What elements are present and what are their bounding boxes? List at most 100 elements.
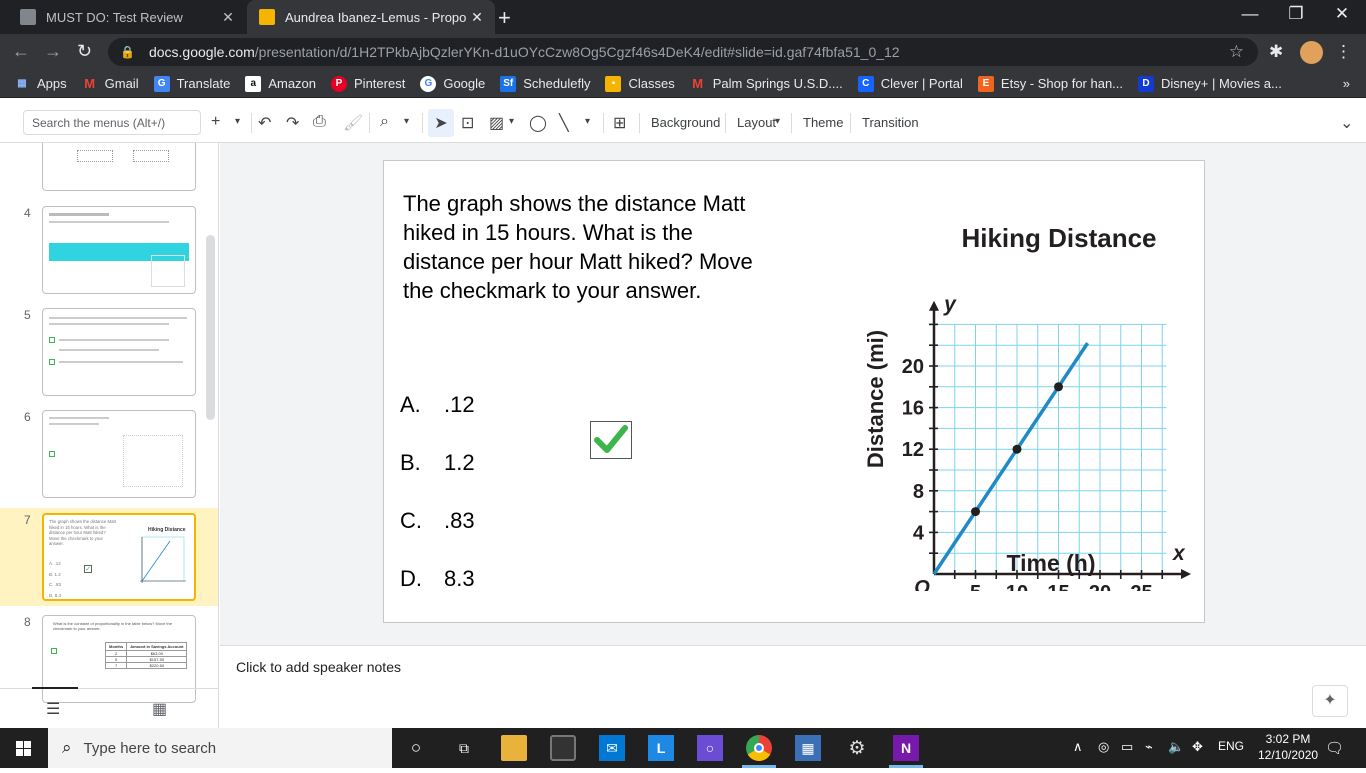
cortana-icon[interactable]: ○ bbox=[403, 735, 429, 761]
bookmark-amazon[interactable]: a Amazon bbox=[245, 75, 316, 92]
theme-button[interactable]: Theme bbox=[803, 115, 843, 130]
paint-format-icon[interactable]: 🖌 bbox=[343, 113, 363, 133]
slide-thumbnail-4[interactable]: 4 bbox=[0, 206, 205, 298]
avatar[interactable] bbox=[1300, 41, 1323, 64]
thumbnail bbox=[42, 308, 196, 396]
lexia-icon[interactable]: L bbox=[648, 735, 674, 761]
slide-thumbnail-7[interactable]: 7 The graph shows the distance Matt hike… bbox=[0, 508, 218, 606]
y-tick-label: 16 bbox=[902, 398, 924, 420]
new-tab-icon[interactable]: + bbox=[498, 5, 511, 31]
bookmark-star-icon[interactable]: ☆ bbox=[1229, 42, 1244, 62]
more-menu-icon[interactable]: ⋮ bbox=[1335, 42, 1352, 62]
transition-button[interactable]: Transition bbox=[862, 115, 919, 130]
chevron-down-icon[interactable]: ▾ bbox=[404, 116, 409, 127]
notes-resize-handle[interactable] bbox=[220, 638, 1366, 646]
shape-icon[interactable]: ◯ bbox=[529, 113, 547, 133]
filmstrip-scrollbar[interactable] bbox=[206, 235, 215, 420]
chevron-down-icon[interactable]: ▾ bbox=[509, 116, 514, 127]
reload-icon[interactable]: ↻ bbox=[77, 41, 92, 62]
battery-icon[interactable]: ▭ bbox=[1121, 739, 1133, 755]
system-clock[interactable]: 3:02 PM 12/10/2020 bbox=[1258, 731, 1318, 763]
app-icon[interactable]: ○ bbox=[697, 735, 723, 761]
chrome-icon[interactable] bbox=[746, 735, 772, 761]
bookmark-pinterest[interactable]: P Pinterest bbox=[331, 75, 405, 92]
chevron-down-icon[interactable]: ▾ bbox=[585, 116, 590, 127]
windows-start-icon[interactable] bbox=[0, 728, 48, 768]
bookmark-palm-springs[interactable]: M Palm Springs U.S.D.... bbox=[690, 76, 842, 92]
notifications-icon[interactable]: 🗨 bbox=[1325, 739, 1344, 757]
chevron-down-icon[interactable]: ▾ bbox=[775, 116, 780, 127]
bookmark-schedulefly[interactable]: Sf Schedulefly bbox=[500, 75, 590, 92]
translate-icon: G bbox=[153, 75, 170, 92]
mail-icon[interactable]: ✉ bbox=[599, 735, 625, 761]
window-close-icon[interactable]: ✕ bbox=[1320, 4, 1364, 24]
forward-icon[interactable]: → bbox=[44, 41, 62, 62]
bookmark-google[interactable]: G Google bbox=[420, 75, 485, 92]
bookmark-etsy[interactable]: E Etsy - Shop for han... bbox=[977, 75, 1123, 92]
y-tick-label: 12 bbox=[902, 439, 924, 461]
volume-icon[interactable]: 🔈 bbox=[1168, 739, 1184, 755]
extensions-icon[interactable]: ✱ bbox=[1269, 42, 1283, 62]
slide-7[interactable]: The graph shows the distance Matt hiked … bbox=[383, 160, 1205, 623]
slide-thumbnail-3-partial[interactable] bbox=[0, 143, 205, 195]
store-icon[interactable] bbox=[550, 735, 576, 761]
collapse-toolbar-icon[interactable]: ⌄ bbox=[1340, 113, 1353, 133]
tab-slides[interactable]: Aundrea Ibanez-Lemus - Proport ✕ bbox=[247, 0, 495, 34]
bookmark-disney[interactable]: D Disney+ | Movies a... bbox=[1138, 75, 1282, 92]
draggable-checkmark[interactable] bbox=[590, 421, 632, 459]
comment-icon[interactable]: ⊞ bbox=[613, 113, 626, 133]
language-indicator[interactable]: ENG bbox=[1218, 739, 1244, 753]
bookmark-translate[interactable]: G Translate bbox=[153, 75, 230, 92]
image-icon[interactable]: ▨ bbox=[489, 113, 504, 133]
bookmark-classes[interactable]: ▪ Classes bbox=[605, 75, 675, 92]
chevron-right-icon[interactable]: » bbox=[1343, 76, 1350, 91]
network-icon[interactable]: ⌁ bbox=[1145, 739, 1153, 755]
tab-test-review[interactable]: MUST DO: Test Review ✕ bbox=[8, 0, 246, 34]
calculator-icon[interactable]: ▦ bbox=[795, 735, 821, 761]
minimize-icon[interactable]: — bbox=[1228, 4, 1272, 24]
bookmark-gmail[interactable]: M Gmail bbox=[82, 76, 138, 92]
bookmark-apps[interactable]: ▦ Apps bbox=[14, 76, 66, 92]
answer-b[interactable]: B. 1.2 bbox=[400, 450, 475, 476]
line-icon[interactable]: ╲ bbox=[559, 113, 569, 133]
onenote-icon[interactable]: N bbox=[893, 735, 919, 761]
clever-icon: C bbox=[857, 75, 874, 92]
question-text[interactable]: The graph shows the distance Matt hiked … bbox=[403, 189, 773, 305]
text-box-icon[interactable]: ⊡ bbox=[461, 113, 474, 133]
chart-tick-labels: 5 10 15 20 25 4 8 12 16 20 Ox y bbox=[902, 293, 1186, 591]
taskbar-search-input[interactable]: ⌕ Type here to search bbox=[48, 728, 392, 768]
answer-a[interactable]: A. .12 bbox=[400, 392, 475, 418]
redo-icon[interactable]: ↷ bbox=[286, 113, 299, 133]
background-button[interactable]: Background bbox=[651, 115, 720, 130]
grid-view-icon[interactable]: ▦ bbox=[152, 699, 167, 719]
add-icon[interactable]: + bbox=[211, 113, 220, 131]
speaker-notes[interactable]: Click to add speaker notes bbox=[220, 646, 1366, 728]
search-menus-input[interactable]: Search the menus (Alt+/) bbox=[23, 110, 201, 135]
print-icon[interactable]: ⎙ bbox=[313, 113, 326, 131]
url-bar[interactable]: 🔒 docs.google.com/presentation/d/1H2TPkb… bbox=[108, 38, 1258, 66]
filmstrip-view-icon[interactable]: ☰ bbox=[46, 699, 60, 719]
chevron-down-icon[interactable]: ▾ bbox=[235, 116, 240, 127]
bookmark-clever[interactable]: C Clever | Portal bbox=[857, 75, 963, 92]
close-icon[interactable]: ✕ bbox=[467, 9, 487, 26]
answer-c[interactable]: C. .83 bbox=[400, 508, 475, 534]
close-icon[interactable]: ✕ bbox=[218, 9, 238, 26]
maximize-icon[interactable]: ❐ bbox=[1274, 4, 1318, 24]
chevron-up-icon[interactable]: ∧ bbox=[1073, 739, 1083, 755]
undo-icon[interactable]: ↶ bbox=[258, 113, 271, 133]
thumb-table bbox=[77, 150, 113, 162]
layout-button[interactable]: Layout bbox=[737, 115, 776, 130]
zoom-icon[interactable]: ⌕ bbox=[380, 113, 389, 131]
slide-thumbnail-6[interactable]: 6 bbox=[0, 410, 205, 502]
dropbox-icon[interactable]: ✥ bbox=[1192, 739, 1203, 755]
back-icon[interactable]: ← bbox=[12, 41, 30, 62]
settings-gear-icon[interactable]: ⚙ bbox=[844, 735, 870, 761]
answer-d[interactable]: D. 8.3 bbox=[400, 566, 475, 592]
slide-thumbnail-5[interactable]: 5 bbox=[0, 308, 205, 400]
explore-icon[interactable]: ✦ bbox=[1312, 685, 1348, 717]
camera-icon[interactable]: ◎ bbox=[1098, 739, 1109, 755]
bookmark-label: Clever | Portal bbox=[880, 76, 963, 91]
select-cursor-icon[interactable]: ➤ bbox=[428, 109, 454, 137]
file-explorer-icon[interactable] bbox=[501, 735, 527, 761]
task-view-icon[interactable]: ⧉ bbox=[451, 735, 477, 761]
